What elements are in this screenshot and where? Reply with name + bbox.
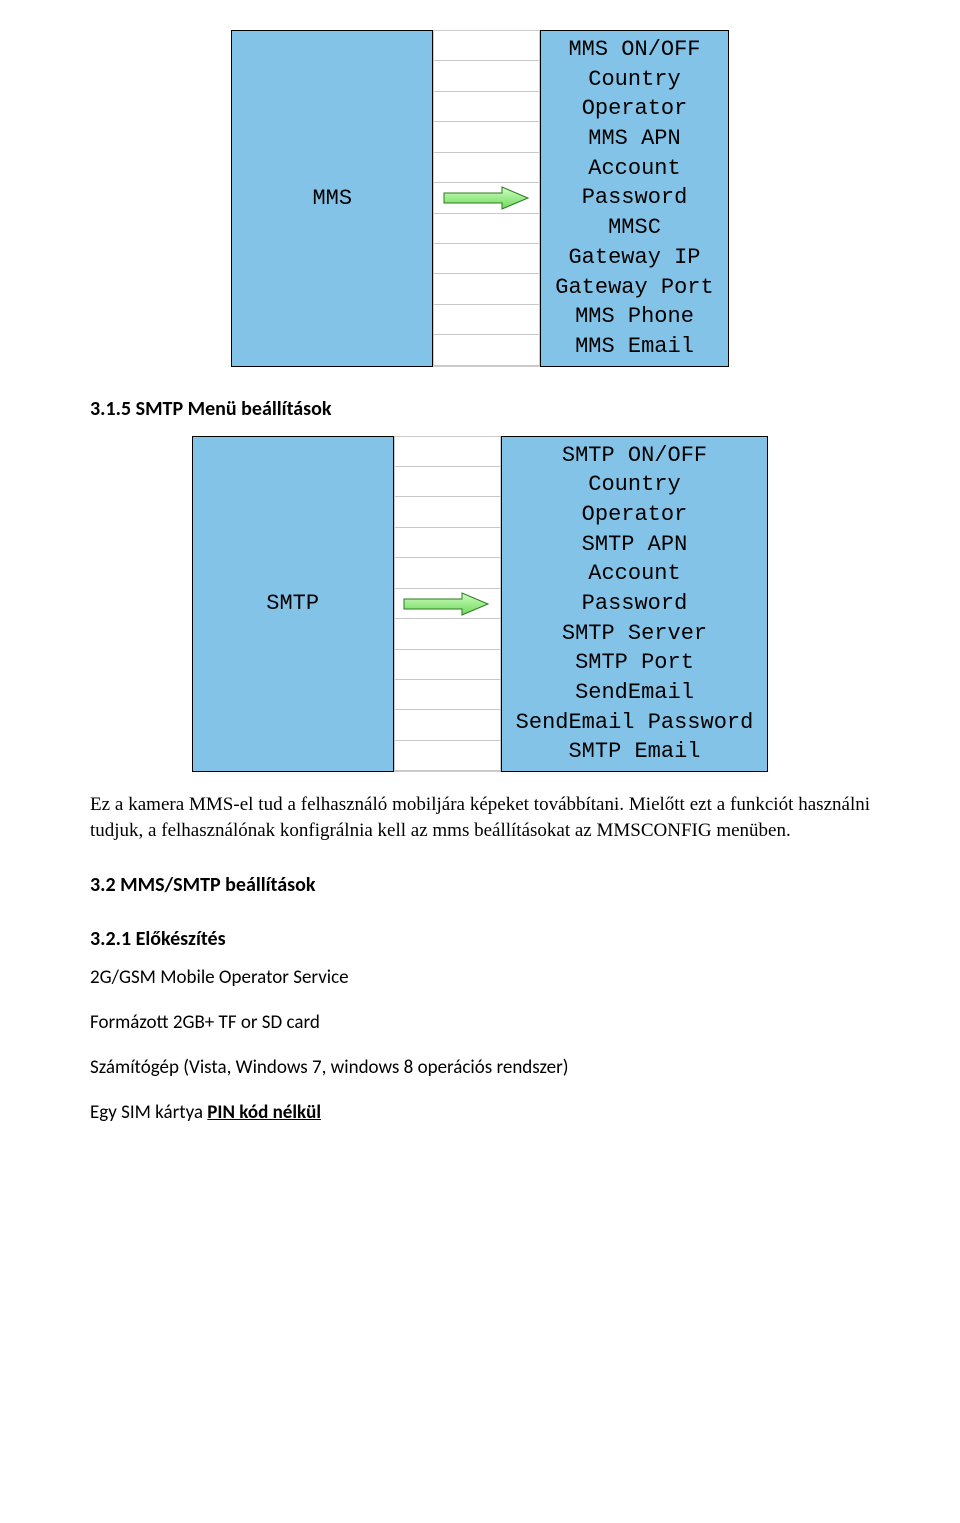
diagram-right-item: Password	[582, 589, 688, 619]
mms-arrow-column	[433, 30, 540, 367]
diagram-right-item: SMTP Port	[575, 648, 694, 678]
diagram-right-item: SMTP Email	[568, 737, 700, 767]
prep-item-1: 2G/GSM Mobile Operator Service	[90, 966, 870, 989]
heading-321: 3.2.1 Előkészítés	[90, 927, 870, 951]
mms-left-label: MMS	[312, 186, 352, 211]
arrow-right-icon	[402, 589, 492, 619]
diagram-right-item: Country	[588, 470, 680, 500]
diagram-right-item: SendEmail Password	[516, 708, 754, 738]
prep-item-4: Egy SIM kártya PIN kód nélkül	[90, 1101, 870, 1124]
diagram-right-item: Password	[582, 183, 688, 213]
diagram-right-item: SMTP ON/OFF	[562, 441, 707, 471]
diagram-right-item: Gateway Port	[555, 273, 713, 303]
heading-32: 3.2 MMS/SMTP beállítások	[90, 873, 870, 897]
smtp-right-box: SMTP ON/OFFCountryOperatorSMTP APNAccoun…	[501, 436, 769, 773]
diagram-right-item: MMS Phone	[575, 302, 694, 332]
smtp-left-label: SMTP	[266, 591, 319, 616]
prep-item-3: Számítógép (Vista, Windows 7, windows 8 …	[90, 1056, 870, 1079]
arrow-right-icon	[442, 183, 532, 213]
diagram-right-item: SMTP Server	[562, 619, 707, 649]
diagram-right-item: Gateway IP	[568, 243, 700, 273]
smtp-arrow-column	[394, 436, 501, 773]
mms-right-box: MMS ON/OFFCountryOperatorMMS APNAccountP…	[540, 30, 728, 367]
smtp-diagram: SMTP SMTP ON/OFFCountryOperatorSMTP APNA…	[90, 436, 870, 773]
diagram-right-item: MMS APN	[588, 124, 680, 154]
diagram-right-item: Account	[588, 559, 680, 589]
diagram-right-item: MMS ON/OFF	[568, 35, 700, 65]
diagram-right-item: MMS Email	[575, 332, 694, 362]
diagram-right-item: Operator	[582, 94, 688, 124]
heading-315: 3.1.5 SMTP Menü beállítások	[90, 397, 870, 421]
prep-item-4-prefix: Egy SIM kártya	[90, 1101, 207, 1124]
intro-paragraph: Ez a kamera MMS-el tud a felhasználó mob…	[90, 792, 870, 843]
diagram-right-item: Country	[588, 65, 680, 95]
diagram-right-item: Account	[588, 154, 680, 184]
diagram-right-item: Operator	[582, 500, 688, 530]
prep-item-4-bold: PIN kód nélkül	[207, 1101, 321, 1124]
smtp-left-box: SMTP	[192, 436, 394, 773]
mms-diagram: MMS MMS ON/OFFCountryOperatorM	[90, 30, 870, 367]
diagram-right-item: MMSC	[608, 213, 661, 243]
mms-left-box: MMS	[231, 30, 433, 367]
diagram-right-item: SendEmail	[575, 678, 694, 708]
prep-item-2: Formázott 2GB+ TF or SD card	[90, 1011, 870, 1034]
diagram-right-item: SMTP APN	[582, 530, 688, 560]
